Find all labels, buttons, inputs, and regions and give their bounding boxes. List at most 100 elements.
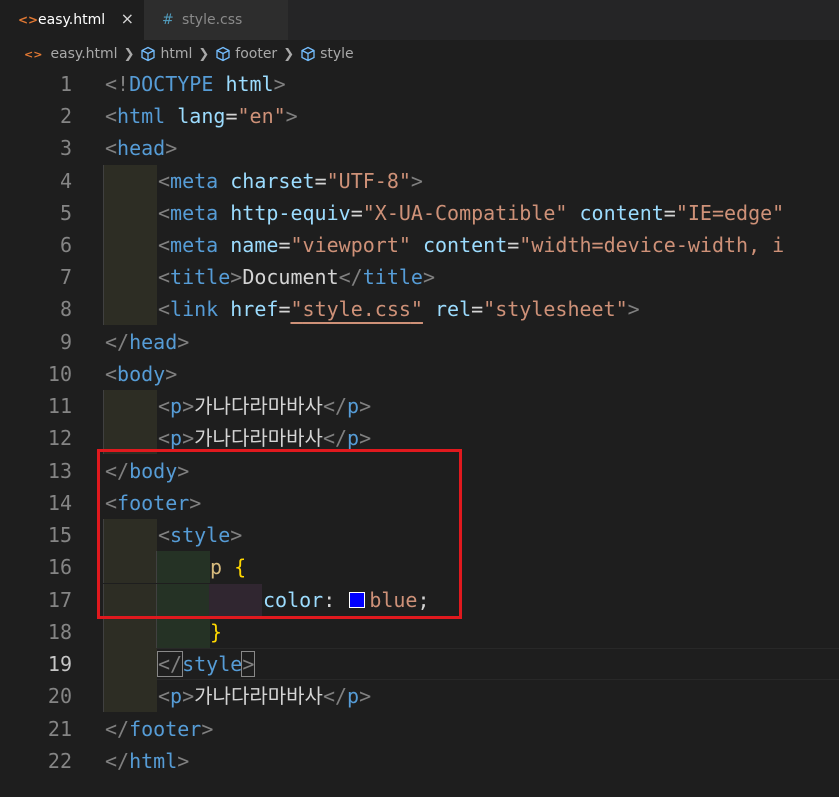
code-line[interactable]: 14 <footer> — [0, 487, 839, 519]
code-line[interactable]: 11 <p>가나다라마바사</p> — [0, 390, 839, 422]
code-line[interactable]: 21 </footer> — [0, 713, 839, 745]
breadcrumb-item-file[interactable]: easy.html — [50, 46, 117, 62]
tab-label: easy.html — [38, 12, 106, 28]
code-line[interactable]: 8 <link href="style.css" rel="stylesheet… — [0, 293, 839, 325]
breadcrumb-item-style[interactable]: style — [320, 46, 354, 62]
indent-guide — [103, 584, 157, 616]
code-line[interactable]: 1 <!DOCTYPE html> — [0, 68, 839, 100]
line-number: 1 — [59, 72, 72, 96]
line-number: 18 — [47, 620, 72, 644]
line-number: 2 — [59, 104, 72, 128]
indent-guide — [103, 519, 157, 551]
indent-guide — [103, 293, 157, 325]
stylesheet-link[interactable]: "style.css" — [290, 297, 422, 321]
indent-guide — [103, 197, 157, 229]
close-icon[interactable]: × — [121, 11, 134, 27]
line-number: 6 — [59, 233, 72, 257]
code-text: p { — [210, 555, 247, 579]
code-line[interactable]: 16 p { — [0, 551, 839, 583]
code-text: </footer> — [105, 717, 214, 741]
indent-guide — [103, 680, 157, 712]
code-text: <html lang="en"> — [105, 104, 298, 128]
indent-guide — [103, 422, 157, 454]
line-number: 19 — [47, 652, 72, 676]
code-text: color: blue; — [263, 588, 430, 612]
tab-bar: <> easy.html × # style.css — [0, 0, 839, 40]
code-text: <meta charset="UTF-8"> — [158, 169, 423, 193]
line-number: 13 — [47, 459, 72, 483]
html-file-icon: <> — [18, 13, 39, 27]
tab-label: style.css — [182, 12, 243, 28]
indent-guide — [103, 648, 157, 680]
color-swatch[interactable] — [349, 592, 366, 608]
element-cube-icon — [141, 46, 156, 62]
code-text: <p>가나다라마바사</p> — [158, 426, 372, 450]
chevron-right-icon: ❯ — [198, 46, 210, 62]
code-line[interactable]: 22 </html> — [0, 745, 839, 777]
code-line[interactable]: 5 <meta http-equiv="X-UA-Compatible" con… — [0, 197, 839, 229]
code-line[interactable]: 3 <head> — [0, 132, 839, 164]
tab-style-css[interactable]: # style.css — [144, 0, 288, 40]
code-editor[interactable]: 1 <!DOCTYPE html> 2 <html lang="en"> 3 <… — [0, 68, 839, 797]
code-text: </html> — [105, 749, 190, 773]
code-text: <link href="style.css" rel="stylesheet"> — [158, 297, 640, 321]
code-text: <meta http-equiv="X-UA-Compatible" conte… — [158, 201, 785, 225]
line-number: 4 — [59, 169, 72, 193]
code-line[interactable]: 6 <meta name="viewport" content="width=d… — [0, 229, 839, 261]
code-text: <style> — [158, 523, 243, 547]
code-line[interactable]: 4 <meta charset="UTF-8"> — [0, 165, 839, 197]
code-line[interactable]: 15 <style> — [0, 519, 839, 551]
code-text: } — [210, 620, 223, 644]
code-text: <footer> — [105, 491, 202, 515]
line-number: 14 — [47, 491, 72, 515]
indent-guide — [103, 165, 157, 197]
code-text: </style> — [156, 651, 256, 677]
code-text: </body> — [105, 459, 190, 483]
indent-guide — [103, 390, 157, 422]
line-number: 10 — [47, 362, 72, 386]
code-line[interactable]: 10 <body> — [0, 358, 839, 390]
line-number: 11 — [47, 394, 72, 418]
indent-guide — [209, 584, 262, 616]
code-text: <meta name="viewport" content="width=dev… — [158, 233, 785, 257]
html-file-icon: <> — [24, 47, 43, 61]
code-text: <head> — [105, 136, 178, 160]
code-text: <body> — [105, 362, 178, 386]
code-line[interactable]: 9 </head> — [0, 326, 839, 358]
breadcrumb-item-footer[interactable]: footer — [235, 46, 277, 62]
indent-guide — [103, 261, 157, 293]
indent-guide — [103, 229, 157, 261]
indent-guide — [103, 616, 157, 648]
code-line[interactable]: 18 } — [0, 616, 839, 648]
line-number: 17 — [47, 588, 72, 612]
code-line-current[interactable]: 19 </style> — [0, 648, 839, 680]
indent-guide — [156, 551, 210, 583]
line-number: 12 — [47, 426, 72, 450]
matched-bracket: > — [241, 651, 256, 677]
line-number: 5 — [59, 201, 72, 225]
tab-easy-html[interactable]: <> easy.html × — [0, 0, 144, 40]
line-number: 20 — [47, 684, 72, 708]
line-number: 3 — [59, 136, 72, 160]
code-text: </head> — [105, 330, 190, 354]
element-cube-icon — [301, 46, 315, 62]
code-line[interactable]: 2 <html lang="en"> — [0, 100, 839, 132]
code-line[interactable]: 12 <p>가나다라마바사</p> — [0, 422, 839, 454]
line-number: 8 — [59, 297, 72, 321]
code-line[interactable]: 7 <title>Document</title> — [0, 261, 839, 293]
breadcrumb-item-html[interactable]: html — [160, 46, 192, 62]
indent-guide — [156, 616, 210, 648]
code-text: <p>가나다라마바사</p> — [158, 684, 372, 708]
chevron-right-icon: ❯ — [123, 46, 135, 62]
code-text: <!DOCTYPE html> — [105, 72, 286, 96]
code-line[interactable]: 13 </body> — [0, 455, 839, 487]
matched-bracket: </ — [156, 651, 184, 677]
css-file-icon: # — [162, 12, 174, 28]
code-line[interactable]: 20 <p>가나다라마바사</p> — [0, 680, 839, 712]
indent-guide — [156, 584, 210, 616]
line-number: 16 — [47, 555, 72, 579]
line-number: 7 — [59, 265, 72, 289]
code-line[interactable]: 17 color: blue; — [0, 584, 839, 616]
element-cube-icon — [216, 46, 230, 62]
line-number: 21 — [47, 717, 72, 741]
